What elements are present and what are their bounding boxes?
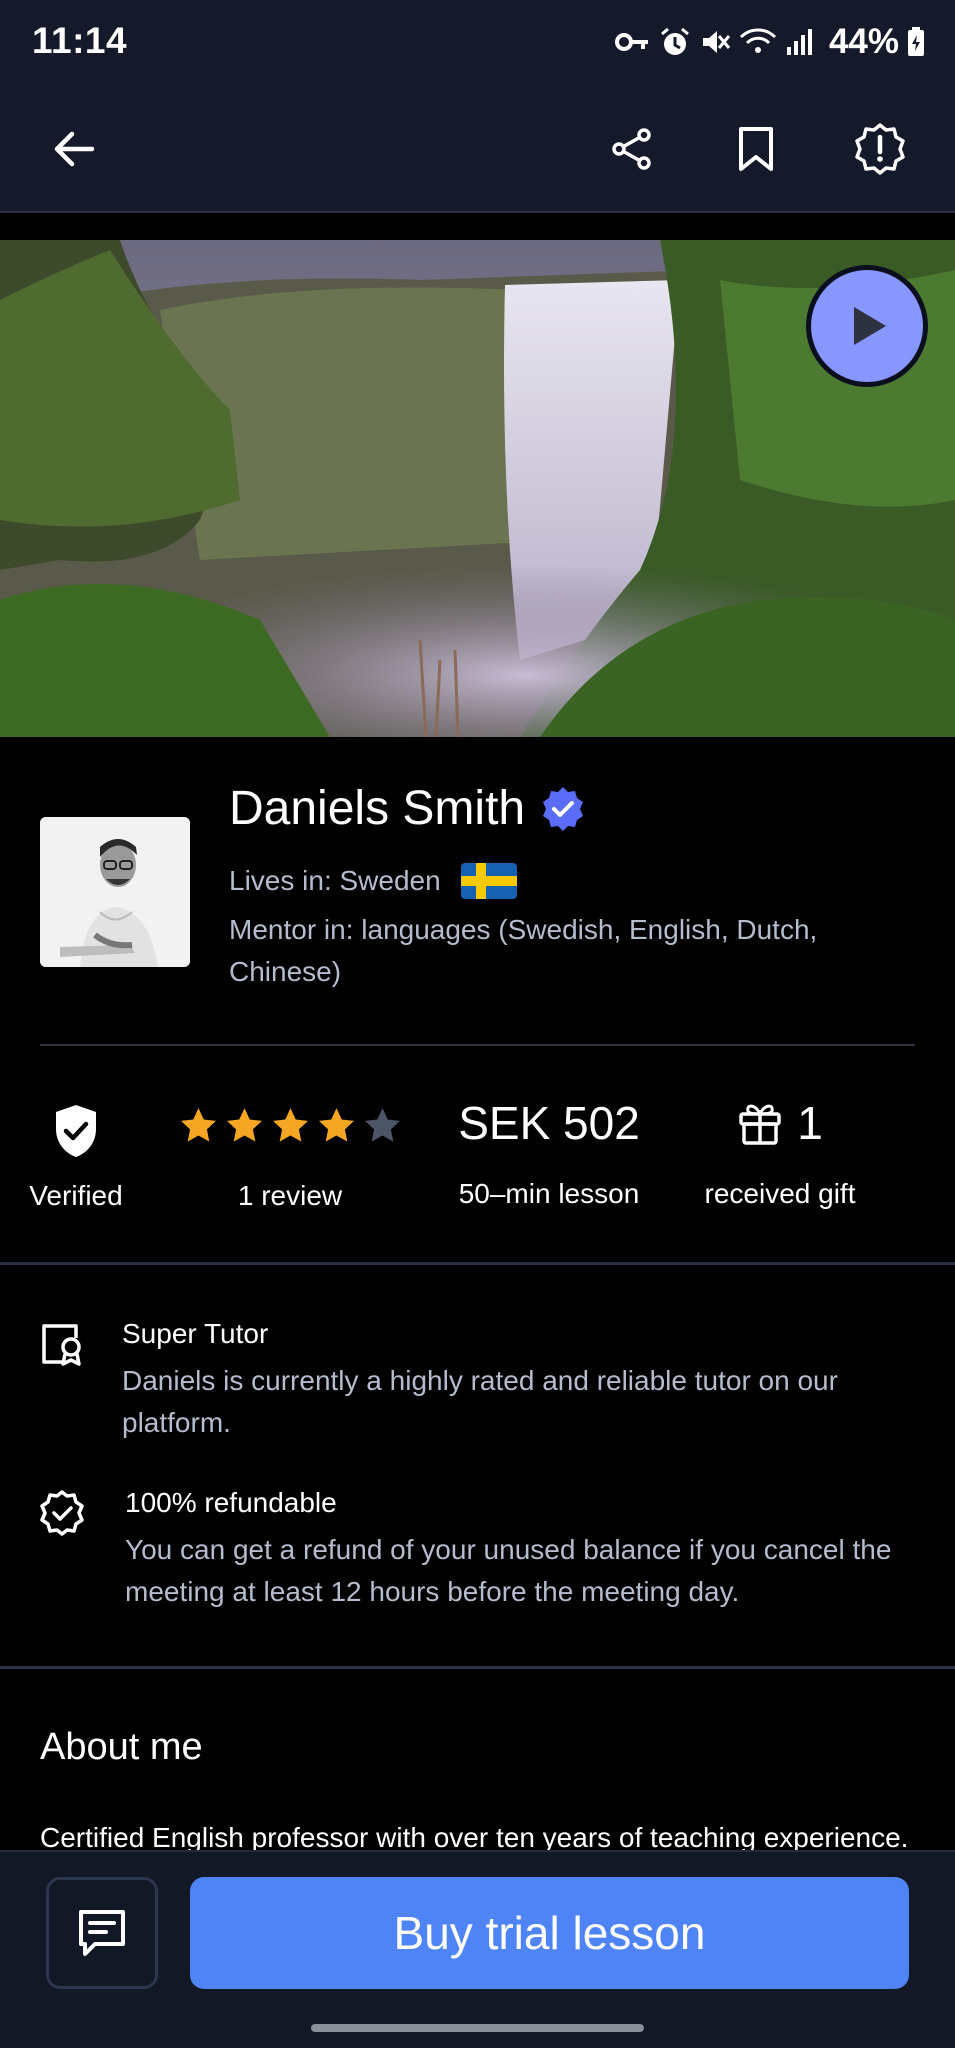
tutor-name: Daniels Smith — [229, 782, 526, 835]
intro-video-thumbnail[interactable] — [0, 240, 955, 737]
gifts-stat: 1 received gift — [690, 1090, 870, 1210]
about-text: Certified English professor with over te… — [40, 1822, 909, 1850]
reviews-label: 1 review — [237, 1180, 343, 1211]
star-filled-icon — [272, 1108, 308, 1142]
report-button[interactable] — [850, 119, 910, 179]
about-title: About me — [40, 1726, 203, 1768]
divider — [40, 1044, 915, 1046]
feature-title: Super Tutor — [122, 1318, 269, 1349]
badge-check-icon — [40, 1490, 84, 1536]
status-icons: 44% — [614, 22, 925, 62]
alarm-icon — [660, 27, 689, 55]
star-empty-icon — [364, 1108, 400, 1142]
app-bar — [0, 85, 955, 213]
gift-icon — [739, 1104, 781, 1145]
gifts-count: 1 — [797, 1097, 823, 1149]
shield-check-icon — [56, 1105, 96, 1157]
home-indicator[interactable] — [311, 2024, 644, 2032]
price-value: SEK 502 — [458, 1097, 640, 1149]
divider — [0, 1262, 955, 1265]
price-label: 50–min lesson — [458, 1178, 640, 1209]
share-icon — [612, 128, 651, 170]
mute-icon — [702, 31, 731, 53]
arrow-left-icon — [54, 131, 95, 167]
play-video-button[interactable] — [806, 265, 928, 387]
stats-row: Verified 1 review SEK 502 50–min lesson … — [0, 1090, 955, 1260]
verified-stat: Verified — [20, 1090, 132, 1212]
star-filled-icon — [318, 1108, 354, 1142]
super-tutor-feature: Super Tutor Daniels is currently a highl… — [0, 1312, 955, 1452]
vpn-key-icon — [614, 33, 648, 51]
mentor-in: Mentor in: languages (Swedish, English, … — [229, 914, 818, 987]
message-button[interactable] — [46, 1877, 158, 1989]
bookmark-button[interactable] — [726, 119, 786, 179]
bottom-action-bar: Buy trial lesson — [0, 1850, 955, 2048]
sweden-flag-icon — [460, 863, 517, 899]
divider — [0, 1666, 955, 1669]
status-bar: 11:14 44% — [0, 0, 955, 85]
verified-label: Verified — [29, 1180, 123, 1211]
feature-description: You can get a refund of your unused bala… — [125, 1534, 892, 1607]
chat-icon — [79, 1910, 125, 1956]
name-row: Daniels Smith — [229, 781, 587, 836]
star-rating — [174, 1096, 406, 1156]
gifts-label: received gift — [704, 1178, 856, 1209]
alert-badge-icon — [855, 123, 905, 175]
battery-level: 44% — [828, 22, 899, 61]
wifi-icon — [739, 28, 776, 53]
status-time: 11:14 — [32, 20, 128, 61]
lives-in-text: Lives in: Sweden — [229, 865, 441, 896]
lives-in: Lives in: Sweden — [229, 863, 517, 899]
bookmark-icon — [739, 127, 773, 171]
rating-stat[interactable]: 1 review — [174, 1090, 406, 1212]
avatar — [40, 817, 190, 967]
price-stat: SEK 502 50–min lesson — [444, 1090, 654, 1210]
star-filled-icon — [226, 1108, 262, 1142]
star-filled-icon — [180, 1108, 216, 1142]
back-button[interactable] — [44, 119, 104, 179]
buy-trial-lesson-button[interactable]: Buy trial lesson — [190, 1877, 909, 1989]
share-button[interactable] — [602, 119, 662, 179]
feature-title: 100% refundable — [125, 1487, 337, 1518]
refundable-feature: 100% refundable You can get a refund of … — [0, 1481, 955, 1631]
play-icon — [854, 307, 886, 345]
battery-charging-icon — [908, 27, 924, 56]
tutor-photo — [40, 817, 190, 967]
verified-badge-icon — [543, 786, 584, 831]
signal-icon — [786, 29, 812, 55]
certificate-icon — [42, 1324, 81, 1366]
feature-description: Daniels is currently a highly rated and … — [122, 1365, 838, 1438]
